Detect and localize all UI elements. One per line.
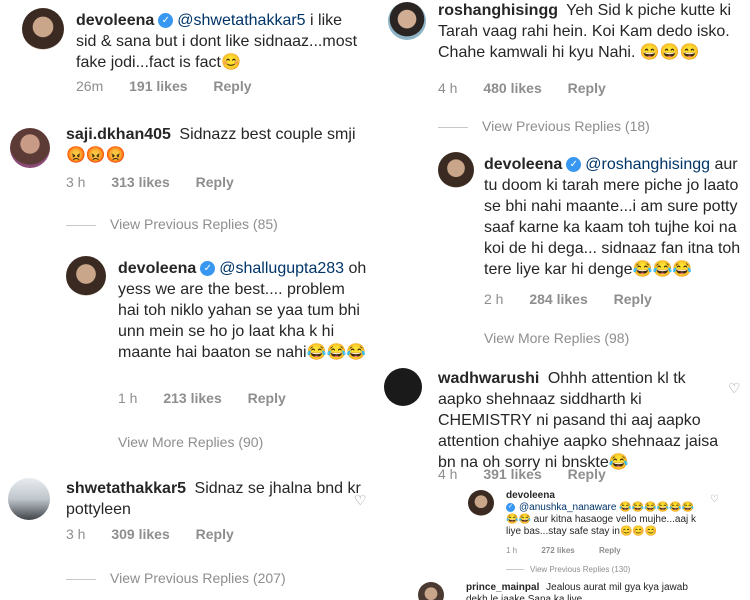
username[interactable]: saji.dkhan405: [66, 126, 171, 143]
username[interactable]: roshanghisingg: [438, 2, 558, 19]
timestamp: 26m: [76, 78, 104, 94]
likes-count[interactable]: 309 likes: [111, 526, 169, 542]
heart-icon[interactable]: ♡: [728, 380, 741, 397]
verified-badge-icon: ✓: [566, 157, 582, 173]
username[interactable]: devoleena: [118, 260, 196, 277]
heart-icon[interactable]: ♡: [354, 492, 367, 509]
view-previous-label: View Previous Replies (85): [110, 216, 278, 232]
timestamp: 3 h: [66, 526, 86, 542]
view-more-label: View More Replies (90): [118, 434, 264, 450]
username[interactable]: devoleena: [506, 490, 555, 501]
avatar[interactable]: [384, 368, 422, 406]
comment-text: roshanghisingg Yeh Sid k piche kutte ki …: [438, 0, 738, 63]
timestamp: 1 h: [118, 390, 138, 406]
view-previous-label: View Previous Replies (18): [482, 118, 650, 134]
view-more-replies[interactable]: View More Replies (90): [118, 434, 263, 450]
username[interactable]: wadhwarushi: [438, 370, 539, 387]
view-previous-label: View Previous Replies (130): [530, 565, 631, 574]
timestamp: 4 h: [438, 80, 458, 96]
likes-count[interactable]: 313 likes: [111, 174, 169, 190]
likes-count[interactable]: 191 likes: [129, 78, 187, 94]
username[interactable]: devoleena: [484, 156, 562, 173]
reply-button[interactable]: Reply: [196, 526, 234, 542]
right-comment-panel: roshanghisingg Yeh Sid k piche kutte ki …: [376, 0, 750, 600]
comment-meta: 26m 191 likes Reply: [76, 78, 274, 94]
timestamp: 4 h: [438, 466, 458, 482]
verified-badge-icon: ✓: [506, 502, 515, 512]
comment-text: devoleena ✓ @shallugupta283 oh yess we are…: [118, 258, 368, 363]
avatar[interactable]: [10, 128, 50, 168]
reply-button[interactable]: Reply: [568, 80, 606, 96]
comment-text: wadhwarushi Ohhh attention kl tk aapko s…: [438, 368, 728, 473]
comment-meta: 4 h 391 likes Reply: [438, 466, 628, 482]
likes-count[interactable]: 213 likes: [163, 390, 221, 406]
likes-count[interactable]: 284 likes: [529, 291, 587, 307]
avatar[interactable]: [468, 490, 494, 516]
avatar[interactable]: [388, 2, 426, 40]
avatar[interactable]: [418, 582, 444, 600]
reply-button[interactable]: Reply: [248, 390, 286, 406]
comment-text: prince_mainpal Jealous aurat mil gya kya…: [466, 582, 706, 600]
avatar[interactable]: [8, 478, 50, 520]
reply-button[interactable]: Reply: [614, 291, 652, 307]
comment-meta: 3 h 313 likes Reply: [66, 174, 256, 190]
mention-link[interactable]: @shallugupta283: [219, 260, 344, 277]
divider-line: [66, 224, 96, 226]
view-previous-replies[interactable]: View Previous Replies (130): [506, 565, 630, 574]
username[interactable]: prince_mainpal: [466, 582, 539, 593]
likes-count[interactable]: 480 likes: [483, 80, 541, 96]
timestamp: 2 h: [484, 291, 504, 307]
username[interactable]: shwetathakkar5: [66, 480, 186, 497]
comment-meta: 3 h 309 likes Reply: [66, 526, 256, 542]
likes-count[interactable]: 391 likes: [483, 466, 541, 482]
likes-count[interactable]: 272 likes: [541, 546, 574, 555]
divider-line: [66, 578, 96, 580]
comment-meta: 1 h 272 likes Reply: [506, 546, 643, 555]
avatar[interactable]: [22, 8, 64, 50]
left-comment-panel: devoleena ✓ @shwetathakkar5 i like sid & s…: [0, 0, 372, 600]
view-previous-label: View Previous Replies (207): [110, 570, 286, 586]
comment-body: aur tu doom ki tarah mere piche jo laato…: [484, 156, 741, 278]
comment-text: saji.dkhan405 Sidnazz best couple smji 😡…: [66, 124, 366, 166]
divider-line: [438, 126, 468, 128]
view-previous-replies[interactable]: View Previous Replies (85): [66, 216, 278, 232]
mention-link[interactable]: @roshanghisingg: [585, 156, 710, 173]
reply-button[interactable]: Reply: [213, 78, 251, 94]
comment-text: devoleena ✓ @shwetathakkar5 i like sid & s…: [76, 10, 366, 73]
comment-text: shwetathakkar5 Sidnaz se jhalna bnd kr p…: [66, 478, 366, 520]
heart-icon[interactable]: ♡: [710, 494, 719, 505]
reply-button[interactable]: Reply: [599, 546, 621, 555]
reply-button[interactable]: Reply: [196, 174, 234, 190]
mention-link[interactable]: @shwetathakkar5: [177, 12, 305, 29]
divider-line: [506, 569, 524, 571]
verified-badge-icon: ✓: [200, 261, 216, 277]
comment-meta: 2 h 284 likes Reply: [484, 291, 674, 307]
comment-meta: 1 h 213 likes Reply: [118, 390, 308, 406]
avatar[interactable]: [438, 152, 474, 188]
avatar[interactable]: [66, 256, 106, 296]
view-previous-replies[interactable]: View Previous Replies (207): [66, 570, 286, 586]
mention-link[interactable]: @anushka_nanaware: [519, 502, 616, 513]
verified-badge-icon: ✓: [158, 13, 174, 29]
view-previous-replies[interactable]: View Previous Replies (18): [438, 118, 650, 134]
timestamp: 1 h: [506, 546, 518, 555]
comment-meta: 4 h 480 likes Reply: [438, 80, 628, 96]
comment-text: devoleena ✓ @roshanghisingg aur tu doom ki…: [484, 154, 744, 280]
view-more-replies[interactable]: View More Replies (98): [484, 330, 629, 346]
username[interactable]: devoleena: [76, 12, 154, 29]
comment-text: devoleena ✓ @anushka_nanaware 😂😂😂😂😂😂😂😂 au…: [506, 490, 706, 538]
reply-button[interactable]: Reply: [568, 466, 606, 482]
view-more-label: View More Replies (98): [484, 330, 630, 346]
timestamp: 3 h: [66, 174, 86, 190]
